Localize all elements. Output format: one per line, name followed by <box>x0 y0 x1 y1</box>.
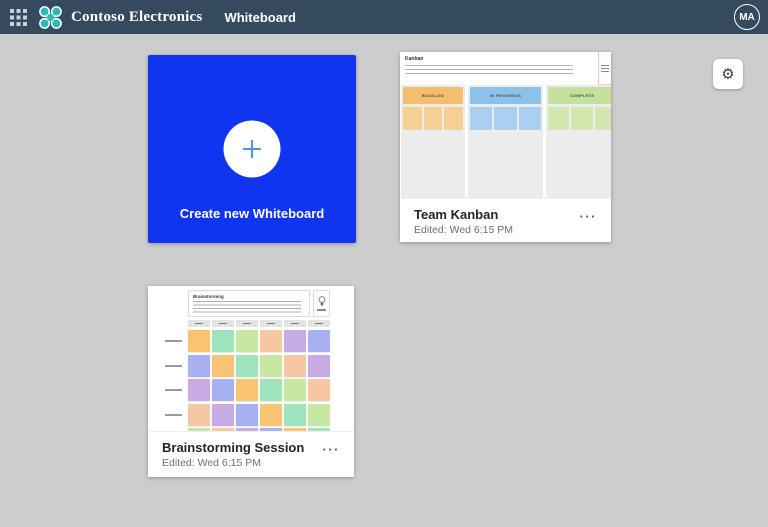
sticky-note <box>308 355 330 377</box>
sticky-note <box>188 330 210 352</box>
brainstorm-thumb-header: Brainstorming <box>188 290 310 317</box>
brainstorm-sticky-grid <box>188 330 330 431</box>
brainstorm-thumb-idea-panel <box>313 290 330 317</box>
sticky-note <box>284 330 306 352</box>
brainstorm-thumbnail: Brainstorming <box>148 286 354 431</box>
kanban-mini-card <box>403 107 422 130</box>
sticky-note <box>284 379 306 401</box>
board-card-footer: Brainstorming Session Edited: Wed 6:15 P… <box>148 431 354 477</box>
board-edited-timestamp: Edited: Wed 6:15 PM <box>414 224 597 236</box>
brainstorm-column-chip <box>308 320 330 327</box>
gear-icon: ⚙ <box>721 67 734 82</box>
brainstorm-column-chip <box>284 320 306 327</box>
brainstorm-column-chip <box>188 320 210 327</box>
brainstorm-row-label <box>165 340 182 342</box>
sticky-note <box>188 355 210 377</box>
brainstorm-column-chip <box>236 320 258 327</box>
topbar: Contoso Electronics Whiteboard MA <box>0 0 768 34</box>
brainstorm-column-chip <box>260 320 282 327</box>
brainstorm-row-label <box>165 365 182 367</box>
sticky-note <box>260 404 282 426</box>
sticky-note <box>308 404 330 426</box>
kanban-thumb-text-lines <box>405 65 573 77</box>
kanban-mini-card <box>571 107 592 130</box>
more-options-button[interactable]: ··· <box>323 442 341 457</box>
settings-button[interactable]: ⚙ <box>713 59 743 89</box>
sticky-note <box>308 379 330 401</box>
sticky-note <box>236 404 258 426</box>
sticky-note <box>236 355 258 377</box>
plus-icon <box>242 139 263 160</box>
board-title: Brainstorming Session <box>162 440 340 455</box>
kanban-thumbnail-columns: BACKLOG IN PROGRESS COMPLETE <box>401 85 611 198</box>
kanban-mini-card <box>494 107 516 130</box>
board-title: Team Kanban <box>414 207 597 222</box>
kanban-mini-card <box>519 107 541 130</box>
user-avatar[interactable]: MA <box>734 4 760 30</box>
create-plus-button[interactable] <box>224 121 281 178</box>
board-edited-timestamp: Edited: Wed 6:15 PM <box>162 457 340 469</box>
brainstorm-column-chips <box>188 320 330 327</box>
create-whiteboard-card[interactable]: Create new Whiteboard <box>148 55 356 243</box>
kanban-mini-card <box>424 107 443 130</box>
sticky-note <box>260 355 282 377</box>
brainstorm-thumb-text-lines <box>193 301 301 314</box>
kanban-column-header: BACKLOG <box>403 87 463 104</box>
kanban-mini-card <box>470 107 492 130</box>
kanban-column: COMPLETE <box>546 85 611 198</box>
brainstorm-thumb-heading: Brainstorming <box>193 294 305 299</box>
kanban-column-header: IN PROGRESS <box>470 87 541 104</box>
kanban-mini-card <box>444 107 463 130</box>
sticky-note <box>236 379 258 401</box>
kanban-mini-card <box>548 107 569 130</box>
app-launcher-icon[interactable] <box>10 9 27 26</box>
sticky-note <box>212 330 234 352</box>
board-card-brainstorming-session[interactable]: Brainstorming Brainstorming Session Edit… <box>148 286 354 477</box>
kanban-mini-card <box>595 107 611 130</box>
sticky-note <box>260 379 282 401</box>
brainstorm-row-label <box>165 414 182 416</box>
contoso-logo-icon <box>37 4 64 31</box>
more-options-button[interactable]: ··· <box>580 209 598 224</box>
sticky-note <box>284 355 306 377</box>
kanban-thumb-side-panel <box>598 52 611 85</box>
brainstorm-row-label <box>165 389 182 391</box>
kanban-column: BACKLOG <box>401 85 465 198</box>
sticky-note <box>212 404 234 426</box>
sticky-note <box>188 379 210 401</box>
brand-name: Contoso Electronics <box>71 9 202 26</box>
kanban-column-header: COMPLETE <box>548 87 611 104</box>
board-card-footer: Team Kanban Edited: Wed 6:15 PM ··· <box>400 198 611 242</box>
sticky-note <box>188 404 210 426</box>
sticky-note <box>212 379 234 401</box>
create-whiteboard-label: Create new Whiteboard <box>148 206 356 221</box>
sticky-note <box>308 330 330 352</box>
app-title: Whiteboard <box>224 10 296 25</box>
sticky-note <box>260 330 282 352</box>
kanban-thumbnail: Kanban BACKLOG IN PROGRESS COMPLETE <box>400 52 611 198</box>
brainstorm-column-chip <box>212 320 234 327</box>
sticky-note <box>212 355 234 377</box>
kanban-thumb-heading: Kanban <box>405 56 423 62</box>
board-card-team-kanban[interactable]: Kanban BACKLOG IN PROGRESS COMPLETE Team K… <box>400 52 611 242</box>
sticky-note <box>236 330 258 352</box>
kanban-column: IN PROGRESS <box>468 85 543 198</box>
lightbulb-icon <box>318 296 326 307</box>
sticky-note <box>284 404 306 426</box>
